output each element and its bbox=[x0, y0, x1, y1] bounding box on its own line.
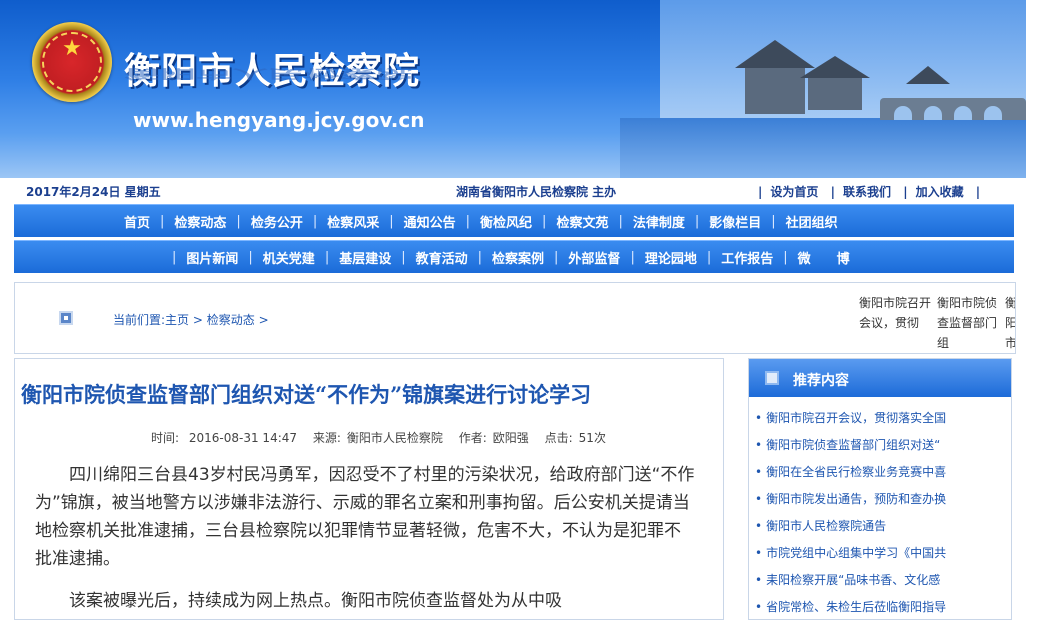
recommended-item[interactable]: 耒阳检察开展“品味书香、文化感 bbox=[755, 567, 1005, 594]
square-bullet-icon bbox=[765, 371, 779, 385]
ticker-item[interactable]: 衡阳市院召开会议，贯彻 bbox=[859, 293, 935, 333]
breadcrumb-box: 当前们置:主页 > 检察动态 > 衡阳市院召开会议，贯彻 衡阳市院侦查监督部门组… bbox=[14, 282, 1016, 354]
nav-cases[interactable]: 检察案例 bbox=[482, 248, 554, 267]
nav-literature[interactable]: 检察文苑 bbox=[546, 212, 618, 231]
meta-time-label: 时间: bbox=[151, 431, 180, 445]
emblem-star-icon: ★ bbox=[62, 36, 82, 61]
breadcrumb-separator: > bbox=[192, 313, 203, 327]
square-bullet-icon bbox=[59, 311, 73, 325]
meta-time: 2016-08-31 14:47 bbox=[188, 431, 298, 445]
nav-notices[interactable]: 通知公告 bbox=[394, 212, 466, 231]
site-url[interactable]: www.hengyang.jcy.gov.cn bbox=[133, 108, 424, 132]
sponsor-text: 湖南省衡阳市人民检察院 主办 bbox=[456, 185, 617, 199]
breadcrumb: 当前们置:主页 > 检察动态 > bbox=[113, 311, 269, 328]
pagoda-body bbox=[745, 68, 805, 114]
nav-grassroots[interactable]: 基层建设 bbox=[329, 248, 401, 267]
meta-author: 欧阳强 bbox=[492, 431, 529, 445]
ticker-item[interactable]: 衡阳市院侦查监督部门组 bbox=[937, 293, 1003, 353]
meta-clicks-label: 点击: bbox=[544, 431, 573, 445]
hall-body bbox=[808, 78, 862, 110]
main-nav-row-2: | 图片新闻 | 机关党建 | 基层建设 | 教育活动 | 检察案例 | 外部监督 | 理论… bbox=[14, 240, 1014, 273]
breadcrumb-separator: > bbox=[258, 313, 269, 327]
nav-weibo[interactable]: 微 博 bbox=[788, 248, 860, 267]
quick-links: | 设为首页 | 联系我们 | 加入收藏 | bbox=[758, 185, 981, 199]
article-paragraph: 四川绵阳三台县43岁村民冯勇军，因忍受不了村里的污染状况，给政府部门送“不作为”… bbox=[35, 465, 695, 569]
main-nav-row-1: 首页 | 检察动态 | 检务公开 | 检察风采 | 通知公告 | 衡检风纪 | 检察文苑 | … bbox=[14, 204, 1014, 237]
recommended-item[interactable]: 衡阳市人民检察院通告 bbox=[755, 513, 1005, 540]
nav-procuratorial-news[interactable]: 检察动态 bbox=[164, 212, 236, 231]
news-ticker: 衡阳市院召开会议，贯彻 衡阳市院侦查监督部门组 衡阳市务 bbox=[859, 293, 1015, 353]
meta-author-label: 作者: bbox=[458, 431, 487, 445]
nav-home[interactable]: 首页 bbox=[114, 212, 160, 231]
meta-source-label: 来源: bbox=[312, 431, 341, 445]
procuratorate-emblem-icon: ★ bbox=[32, 22, 112, 102]
breadcrumb-prefix: 当前们置: bbox=[113, 313, 166, 327]
current-date: 2017年2月24日 星期五 bbox=[26, 185, 161, 199]
nav-affairs-public[interactable]: 检务公开 bbox=[241, 212, 313, 231]
recommended-item[interactable]: 衡阳在全省民行检察业务竞赛中喜 bbox=[755, 459, 1005, 486]
recommended-panel: 推荐内容 衡阳市院召开会议，贯彻落实全国 衡阳市院侦查监督部门组织对送“ 衡阳在… bbox=[748, 358, 1012, 620]
nav-theory[interactable]: 理论园地 bbox=[635, 248, 707, 267]
article-body: 四川绵阳三台县43岁村民冯勇军，因忍受不了村里的污染状况，给政府部门送“不作为”… bbox=[35, 461, 695, 619]
recommended-item[interactable]: 衡阳市院发出通告，预防和查办换 bbox=[755, 486, 1005, 513]
recommended-title: 推荐内容 bbox=[793, 373, 849, 389]
nav-video[interactable]: 影像栏目 bbox=[699, 212, 771, 231]
set-homepage-link[interactable]: 设为首页 bbox=[766, 185, 822, 199]
nav-party-building[interactable]: 机关党建 bbox=[253, 248, 325, 267]
nav-discipline[interactable]: 衡检风纪 bbox=[470, 212, 542, 231]
contact-us-link[interactable]: 联系我们 bbox=[839, 185, 895, 199]
site-banner: ★ 衡阳市人民检察院 衡阳市人民检察院 www.hengyang.jcy.gov… bbox=[0, 0, 1026, 178]
recommended-item[interactable]: 市院党组中心组集中学习《中国共 bbox=[755, 540, 1005, 567]
recommended-item[interactable]: 衡阳市院召开会议，贯彻落实全国 bbox=[755, 405, 1005, 432]
nav-style[interactable]: 检察风采 bbox=[317, 212, 389, 231]
article-panel: 衡阳市院侦查监督部门组织对送“不作为”锦旗案进行讨论学习 时间: 2016-08… bbox=[14, 358, 724, 620]
stone-bridge bbox=[880, 98, 1026, 120]
meta-clicks: 51次 bbox=[578, 431, 606, 445]
add-favorite-link[interactable]: 加入收藏 bbox=[912, 185, 968, 199]
ticker-item[interactable]: 衡阳市务 bbox=[1005, 293, 1015, 353]
meta-source: 衡阳市人民检察院 bbox=[346, 431, 443, 445]
nav-education[interactable]: 教育活动 bbox=[406, 248, 478, 267]
info-bar: 2017年2月24日 星期五 湖南省衡阳市人民检察院 主办 | 设为首页 | 联系我… bbox=[0, 180, 1026, 202]
banner-water bbox=[620, 118, 1026, 178]
nav-legal-system[interactable]: 法律制度 bbox=[623, 212, 695, 231]
breadcrumb-section[interactable]: 检察动态 bbox=[207, 313, 255, 327]
nav-work-report[interactable]: 工作报告 bbox=[711, 248, 783, 267]
site-title-reflection: 衡阳市人民检察院 bbox=[124, 66, 413, 81]
recommended-header: 推荐内容 bbox=[749, 359, 1011, 397]
article-meta: 时间: 2016-08-31 14:47 来源: 衡阳市人民检察院 作者: 欧阳强 … bbox=[151, 429, 618, 446]
recommended-list: 衡阳市院召开会议，贯彻落实全国 衡阳市院侦查监督部门组织对送“ 衡阳在全省民行检… bbox=[755, 405, 1005, 619]
recommended-item[interactable]: 衡阳市院侦查监督部门组织对送“ bbox=[755, 432, 1005, 459]
nav-external-supervision[interactable]: 外部监督 bbox=[558, 248, 630, 267]
recommended-item[interactable]: 省院常检、朱检生后莅临衡阳指导 bbox=[755, 594, 1005, 619]
breadcrumb-home[interactable]: 主页 bbox=[165, 313, 189, 327]
nav-organizations[interactable]: 社团组织 bbox=[776, 212, 848, 231]
nav-photo-news[interactable]: 图片新闻 bbox=[176, 248, 248, 267]
article-title: 衡阳市院侦查监督部门组织对送“不作为”锦旗案进行讨论学习 bbox=[21, 382, 592, 407]
